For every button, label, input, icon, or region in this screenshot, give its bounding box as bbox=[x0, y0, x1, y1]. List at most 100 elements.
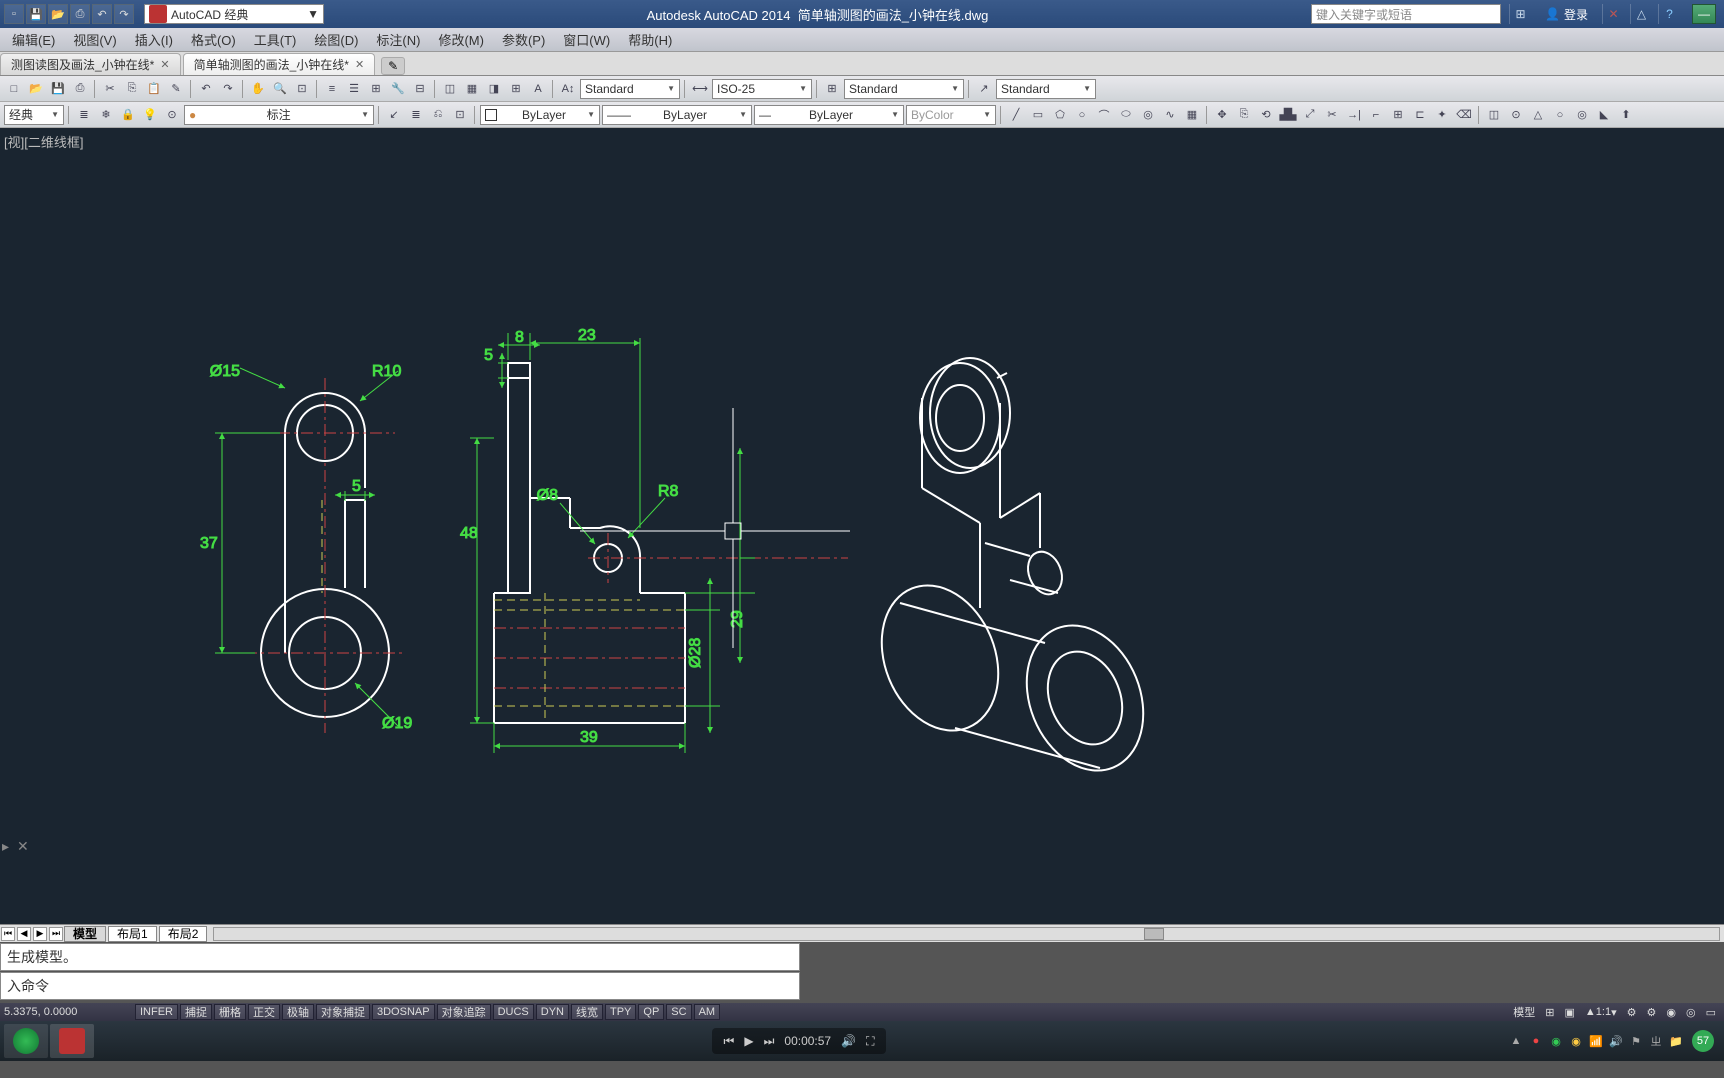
doc-tab-2[interactable]: 简单轴测图的画法_小钟在线*✕ bbox=[183, 53, 376, 75]
pan-icon[interactable]: ✋ bbox=[248, 79, 268, 99]
layer-state-icon[interactable]: ⊡ bbox=[450, 105, 470, 125]
calc-icon[interactable]: ⊟ bbox=[410, 79, 430, 99]
drawing-canvas[interactable]: [视][二维线框] ▸✕ bbox=[0, 128, 1724, 924]
autodesk360-icon[interactable]: △ bbox=[1630, 4, 1652, 24]
layer-freeze-icon[interactable]: ❄ bbox=[96, 105, 116, 125]
prop-icon[interactable]: ☰ bbox=[344, 79, 364, 99]
print-icon[interactable]: ⎙ bbox=[70, 79, 90, 99]
layout-last-button[interactable]: ⏭ bbox=[49, 927, 63, 941]
hscroll[interactable] bbox=[213, 927, 1720, 941]
make-current-icon[interactable]: ↙ bbox=[384, 105, 404, 125]
hatch2-icon[interactable]: ▦ bbox=[1182, 105, 1202, 125]
qat-new-icon[interactable]: ▫ bbox=[4, 4, 24, 24]
annot-scale-icon[interactable]: ▲1:1▾ bbox=[1581, 1005, 1621, 1019]
cyl-icon[interactable]: ⊙ bbox=[1506, 105, 1526, 125]
annot-vis-icon[interactable]: ⚙ bbox=[1623, 1005, 1641, 1019]
login-button[interactable]: 👤登录 bbox=[1537, 6, 1596, 23]
copy2-icon[interactable]: ⎘ bbox=[1234, 105, 1254, 125]
close-icon[interactable]: ✕ bbox=[355, 58, 364, 71]
tray-folder-icon[interactable]: 📁 bbox=[1668, 1033, 1684, 1049]
status-snap[interactable]: 捕捉 bbox=[180, 1004, 212, 1020]
layout-tab-1[interactable]: 布局1 bbox=[108, 926, 157, 942]
save-icon[interactable]: 💾 bbox=[48, 79, 68, 99]
workspace-switch-icon[interactable]: ⚙ bbox=[1643, 1005, 1661, 1019]
new-tab-button[interactable]: ✎ bbox=[381, 57, 405, 75]
media-control[interactable]: ⏮ ▶ ⏭ 00:00:57 🔊 ⛶ bbox=[712, 1028, 887, 1054]
maximize-vp-icon[interactable]: ▣ bbox=[1561, 1005, 1579, 1019]
prev-track-icon[interactable]: ⏮ bbox=[724, 1034, 735, 1049]
color-combo[interactable]: ByLayer▼ bbox=[480, 105, 600, 125]
tray-vol-icon[interactable]: 🔊 bbox=[1608, 1033, 1624, 1049]
tray-badge[interactable]: 57 bbox=[1692, 1030, 1714, 1052]
status-dyn[interactable]: DYN bbox=[536, 1004, 569, 1020]
redo-icon[interactable]: ↷ bbox=[218, 79, 238, 99]
status-model-button[interactable]: 模型 bbox=[1509, 1005, 1539, 1019]
layer-combo[interactable]: 经典▼ bbox=[4, 105, 64, 125]
status-grid[interactable]: 栅格 bbox=[214, 1004, 246, 1020]
tray-shield-icon[interactable]: ◉ bbox=[1548, 1033, 1564, 1049]
play-icon[interactable]: ▶ bbox=[744, 1034, 753, 1048]
extrude-icon[interactable]: ⬆ bbox=[1616, 105, 1636, 125]
grad-icon[interactable]: ◨ bbox=[484, 79, 504, 99]
donut-icon[interactable]: ◎ bbox=[1138, 105, 1158, 125]
taskbar-autocad[interactable] bbox=[50, 1024, 94, 1058]
torus-icon[interactable]: ◎ bbox=[1572, 105, 1592, 125]
linetype-combo[interactable]: —— ByLayer▼ bbox=[602, 105, 752, 125]
mleader-combo[interactable]: Standard▼ bbox=[996, 79, 1096, 99]
tablestyle-combo[interactable]: Standard▼ bbox=[844, 79, 964, 99]
status-am[interactable]: AM bbox=[694, 1004, 721, 1020]
tray-wifi-icon[interactable]: 📶 bbox=[1588, 1033, 1604, 1049]
layout-first-button[interactable]: ⏮ bbox=[1, 927, 15, 941]
scale-icon[interactable]: ⤢ bbox=[1300, 105, 1320, 125]
menu-tools[interactable]: 工具(T) bbox=[246, 28, 305, 51]
status-osnap[interactable]: 对象捕捉 bbox=[316, 1004, 370, 1020]
exchange-icon[interactable]: ✕ bbox=[1602, 4, 1624, 24]
textstyle-icon[interactable]: A↕ bbox=[558, 79, 578, 99]
doc-tab-1[interactable]: 测图读图及画法_小钟在线*✕ bbox=[0, 53, 181, 75]
layer-prev-icon[interactable]: ⎌ bbox=[428, 105, 448, 125]
menu-help[interactable]: 帮助(H) bbox=[620, 28, 680, 51]
close-icon[interactable]: ✕ bbox=[160, 58, 169, 71]
tablestyle-icon[interactable]: ⊞ bbox=[822, 79, 842, 99]
textstyle-combo[interactable]: Standard▼ bbox=[580, 79, 680, 99]
layer-off-icon[interactable]: 💡 bbox=[140, 105, 160, 125]
clean-screen-icon[interactable]: ▭ bbox=[1702, 1005, 1720, 1019]
open-icon[interactable]: 📂 bbox=[26, 79, 46, 99]
dimstyle-combo[interactable]: ISO-25▼ bbox=[712, 79, 812, 99]
layout-next-button[interactable]: ▶ bbox=[33, 927, 47, 941]
circle-icon[interactable]: ○ bbox=[1072, 105, 1092, 125]
layer-on-icon[interactable]: ⊙ bbox=[162, 105, 182, 125]
array-icon[interactable]: ⊞ bbox=[1388, 105, 1408, 125]
erase-icon[interactable]: ⌫ bbox=[1454, 105, 1474, 125]
menu-view[interactable]: 视图(V) bbox=[65, 28, 124, 51]
explode-icon[interactable]: ✦ bbox=[1432, 105, 1452, 125]
status-sc[interactable]: SC bbox=[666, 1004, 691, 1020]
menu-params[interactable]: 参数(P) bbox=[494, 28, 553, 51]
match-icon[interactable]: ✎ bbox=[166, 79, 186, 99]
tray-lang-icon[interactable]: ㄓ bbox=[1648, 1033, 1664, 1049]
menu-draw[interactable]: 绘图(D) bbox=[306, 28, 366, 51]
isolate-icon[interactable]: ◎ bbox=[1682, 1005, 1700, 1019]
ellipse-icon[interactable]: ⬭ bbox=[1116, 105, 1136, 125]
infocenter-icon[interactable]: ⊞ bbox=[1509, 4, 1531, 24]
paste-icon[interactable]: 📋 bbox=[144, 79, 164, 99]
fullscreen-icon[interactable]: ⛶ bbox=[866, 1034, 874, 1049]
text-icon[interactable]: A bbox=[528, 79, 548, 99]
zoom-icon[interactable]: 🔍 bbox=[270, 79, 290, 99]
layer-icon[interactable]: ≡ bbox=[322, 79, 342, 99]
dimstyle-icon[interactable]: ⟷ bbox=[690, 79, 710, 99]
qat-undo-icon[interactable]: ↶ bbox=[92, 4, 112, 24]
table-icon[interactable]: ⊞ bbox=[506, 79, 526, 99]
zoom-ext-icon[interactable]: ⊡ bbox=[292, 79, 312, 99]
annot-combo[interactable]: ●标注▼ bbox=[184, 105, 374, 125]
copy-icon[interactable]: ⎘ bbox=[122, 79, 142, 99]
status-otrack[interactable]: 对象追踪 bbox=[437, 1004, 491, 1020]
plotstyle-combo[interactable]: ByColor▼ bbox=[906, 105, 996, 125]
arc-icon[interactable]: ⌒ bbox=[1094, 105, 1114, 125]
layer-lock-icon[interactable]: 🔒 bbox=[118, 105, 138, 125]
status-infer[interactable]: INFER bbox=[135, 1004, 178, 1020]
workspace-selector[interactable]: AutoCAD 经典 ▼ bbox=[144, 4, 324, 24]
menu-window[interactable]: 窗口(W) bbox=[555, 28, 618, 51]
undo-icon[interactable]: ↶ bbox=[196, 79, 216, 99]
cone-icon[interactable]: △ bbox=[1528, 105, 1548, 125]
